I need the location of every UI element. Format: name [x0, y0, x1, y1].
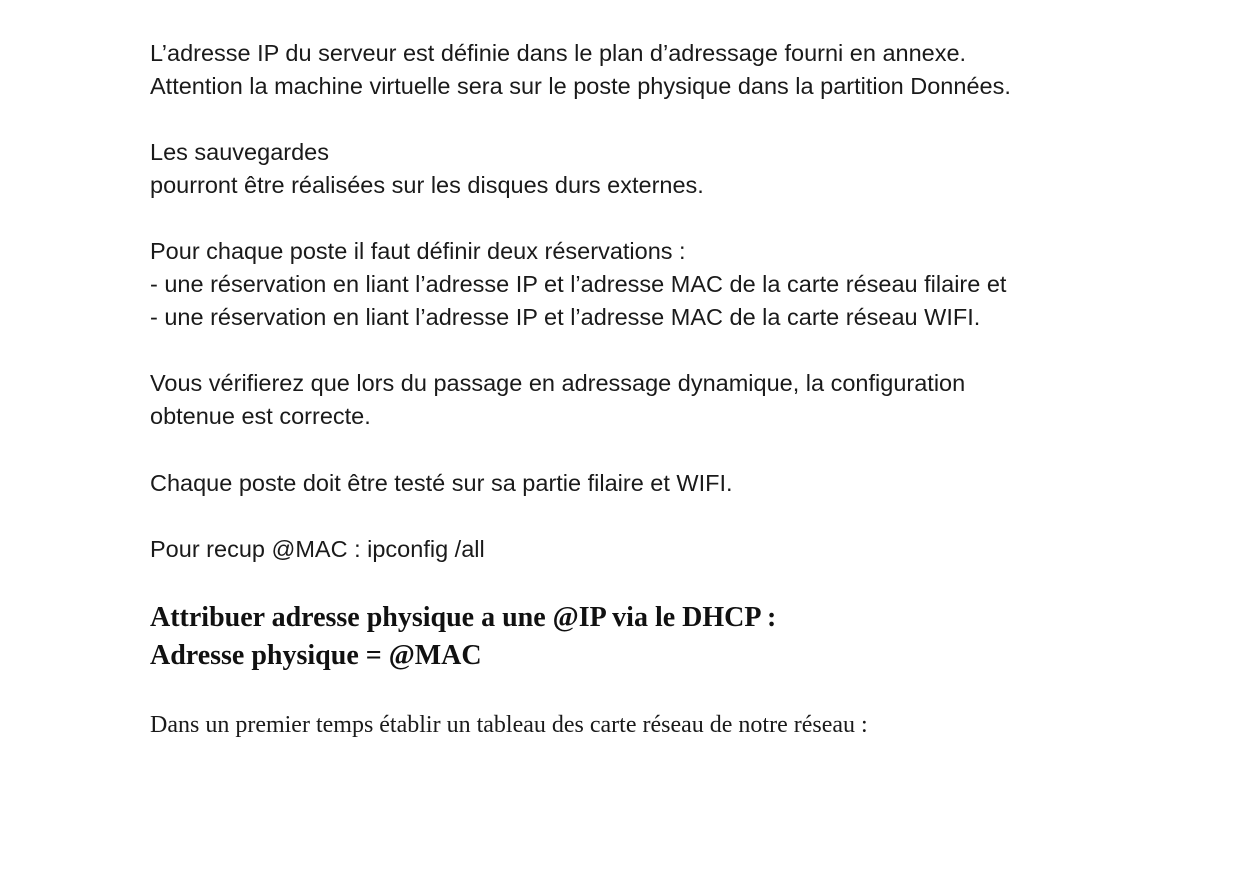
paragraph-verification: Vous vérifierez que lors du passage en a…: [150, 367, 965, 433]
paragraph-recup-mac: Pour recup @MAC : ipconfig /all: [150, 533, 485, 566]
paragraph-line: Vous vérifierez que lors du passage en a…: [150, 370, 966, 396]
section-heading: Attribuer adresse physique a une @IP via…: [150, 599, 776, 675]
paragraph-line: Pour chaque poste il faut définir deux r…: [150, 238, 686, 264]
paragraph-serveur: L’adresse IP du serveur est définie dans…: [150, 37, 1011, 103]
paragraph-line: L’adresse IP du serveur est définie dans…: [150, 40, 967, 66]
paragraph-test: Chaque poste doit être testé sur sa part…: [150, 467, 733, 500]
paragraph-line: Chaque poste doit être testé sur sa part…: [150, 470, 733, 496]
paragraph-line: Attention la machine virtuelle sera sur …: [150, 73, 1011, 99]
paragraph-line: Dans un premier temps établir un tableau…: [150, 712, 868, 738]
paragraph-sauvegardes: Les sauvegardes pourront être réalisées …: [150, 136, 704, 202]
document-page: L’adresse IP du serveur est définie dans…: [0, 0, 1242, 879]
paragraph-line: pourront être réalisées sur les disques …: [150, 172, 704, 198]
paragraph-intro: Dans un premier temps établir un tableau…: [150, 709, 868, 742]
paragraph-line: Pour recup @MAC : ipconfig /all: [150, 536, 485, 562]
paragraph-line: obtenue est correcte.: [150, 403, 371, 429]
list-item: - une réservation en liant l’adresse IP …: [150, 304, 981, 330]
heading-line: Attribuer adresse physique a une @IP via…: [150, 602, 777, 633]
heading-line: Adresse physique = @MAC: [150, 640, 482, 671]
list-item: - une réservation en liant l’adresse IP …: [150, 271, 1007, 297]
paragraph-reservations: Pour chaque poste il faut définir deux r…: [150, 235, 1006, 334]
paragraph-line: Les sauvegardes: [150, 139, 329, 165]
